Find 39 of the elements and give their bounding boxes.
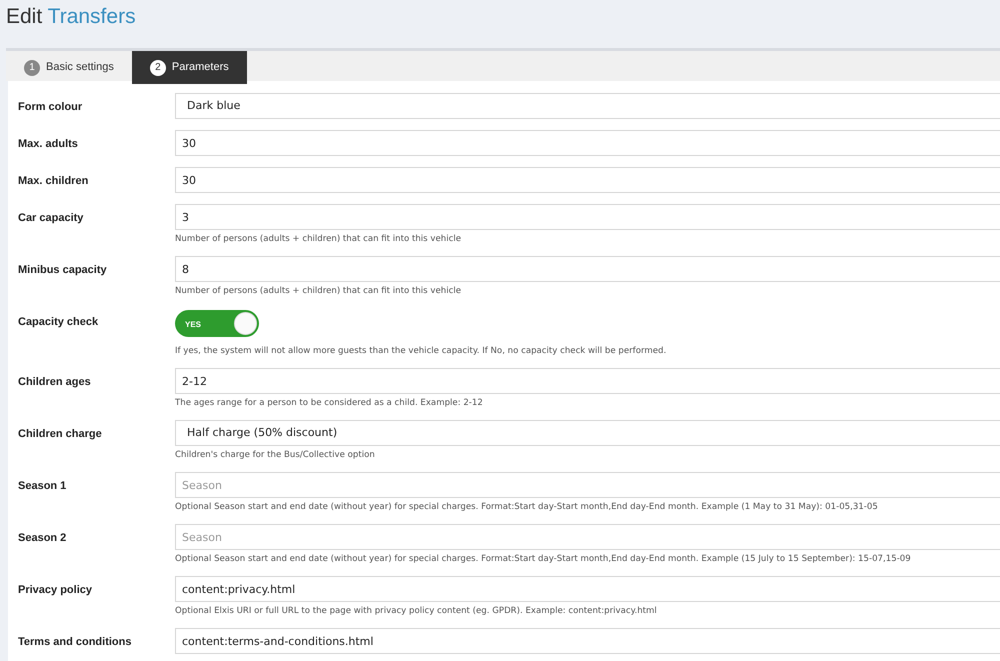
input-field[interactable]: Season (175, 524, 1000, 550)
input-field[interactable]: 30 (175, 130, 1000, 156)
help-text: Children's charge for the Bus/Collective option (175, 449, 376, 461)
select-field[interactable]: Dark blue (175, 93, 1000, 119)
select-field[interactable]: Half charge (50% discount) (175, 420, 1000, 446)
help-text: Number of persons (adults + children) that can fit into this vehicle (175, 233, 462, 245)
field-label: Privacy policy (18, 583, 93, 598)
input-field[interactable]: content:terms-and-conditions.html (175, 628, 1000, 654)
field-label: Max. children (18, 174, 90, 189)
input-field[interactable]: 2-12 (175, 368, 1000, 394)
input-field[interactable]: content:privacy.html (175, 576, 1000, 602)
input-field[interactable]: Season (175, 472, 1000, 498)
field-label: Capacity check (18, 315, 100, 330)
input-field[interactable]: 3 (175, 204, 1000, 230)
field-label: Form colour (18, 100, 84, 115)
tab[interactable]: 2 Parameters (132, 51, 247, 84)
input-field[interactable]: 30 (175, 167, 1000, 193)
help-text: Optional Season start and end date (without year) for special charges. Format:Start day-Start month,End day-End month. Example (1 May to 31 May): 01-05,31-05 (175, 501, 879, 513)
page-title: Edit (6, 5, 42, 28)
toggle-thumb (234, 312, 257, 335)
step-number-icon: 1 (24, 60, 40, 76)
field-label: Terms and conditions (18, 635, 132, 650)
field-label: Children ages (18, 375, 92, 390)
field-label: Minibus capacity (18, 263, 108, 278)
help-text: If yes, the system will not allow more guests than the vehicle capacity. If No, no capacity check will be performed. (175, 345, 668, 357)
input-field[interactable]: 8 (175, 256, 1000, 282)
help-text: Number of persons (adults + children) that can fit into this vehicle (175, 285, 462, 297)
field-label: Season 1 (18, 479, 68, 494)
step-number-icon: 2 (150, 60, 166, 76)
help-text: Optional Season start and end date (without year) for special charges. Format:Start day-Start month,End day-End month. Example (15 July to 15 September): 15-07,15-09 (175, 553, 912, 565)
field-label: Children charge (18, 427, 103, 442)
field-label: Season 2 (18, 531, 68, 546)
field-label: Max. adults (18, 137, 79, 152)
field-label: Car capacity (18, 211, 84, 226)
toggle-switch[interactable]: YES (175, 310, 259, 337)
page-title-name: Transfers (48, 5, 136, 28)
help-text: The ages range for a person to be considered as a child. Example: 2-12 (175, 397, 484, 409)
help-text: Optional Elxis URI or full URL to the page with privacy policy content (eg. GPDR). Example: content:privacy.html (175, 605, 658, 617)
toggle-text: YES (185, 319, 202, 331)
